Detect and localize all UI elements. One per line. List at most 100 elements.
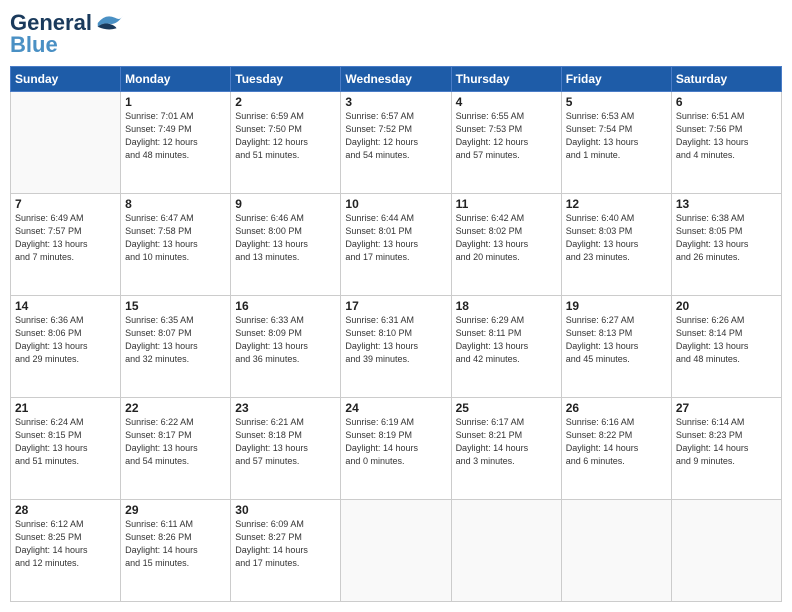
day-number: 8 <box>125 197 226 211</box>
day-info: Sunrise: 6:57 AMSunset: 7:52 PMDaylight:… <box>345 110 446 162</box>
day-info: Sunrise: 6:40 AMSunset: 8:03 PMDaylight:… <box>566 212 667 264</box>
day-number: 19 <box>566 299 667 313</box>
calendar-cell: 12Sunrise: 6:40 AMSunset: 8:03 PMDayligh… <box>561 194 671 296</box>
calendar-cell: 1Sunrise: 7:01 AMSunset: 7:49 PMDaylight… <box>121 92 231 194</box>
calendar-cell: 19Sunrise: 6:27 AMSunset: 8:13 PMDayligh… <box>561 296 671 398</box>
calendar-cell <box>671 500 781 602</box>
weekday-header: Sunday <box>11 67 121 92</box>
day-number: 24 <box>345 401 446 415</box>
day-number: 12 <box>566 197 667 211</box>
day-info: Sunrise: 6:51 AMSunset: 7:56 PMDaylight:… <box>676 110 777 162</box>
calendar-cell: 22Sunrise: 6:22 AMSunset: 8:17 PMDayligh… <box>121 398 231 500</box>
page: General Blue SundayMondayTuesdayWednesda… <box>0 0 792 612</box>
calendar-cell: 11Sunrise: 6:42 AMSunset: 8:02 PMDayligh… <box>451 194 561 296</box>
day-info: Sunrise: 6:29 AMSunset: 8:11 PMDaylight:… <box>456 314 557 366</box>
day-info: Sunrise: 6:44 AMSunset: 8:01 PMDaylight:… <box>345 212 446 264</box>
day-number: 3 <box>345 95 446 109</box>
day-number: 16 <box>235 299 336 313</box>
day-info: Sunrise: 6:21 AMSunset: 8:18 PMDaylight:… <box>235 416 336 468</box>
day-number: 26 <box>566 401 667 415</box>
day-number: 30 <box>235 503 336 517</box>
day-number: 14 <box>15 299 116 313</box>
day-number: 23 <box>235 401 336 415</box>
day-info: Sunrise: 6:35 AMSunset: 8:07 PMDaylight:… <box>125 314 226 366</box>
day-info: Sunrise: 6:24 AMSunset: 8:15 PMDaylight:… <box>15 416 116 468</box>
calendar-cell: 10Sunrise: 6:44 AMSunset: 8:01 PMDayligh… <box>341 194 451 296</box>
calendar-cell: 28Sunrise: 6:12 AMSunset: 8:25 PMDayligh… <box>11 500 121 602</box>
calendar-cell <box>11 92 121 194</box>
day-number: 4 <box>456 95 557 109</box>
calendar-cell: 3Sunrise: 6:57 AMSunset: 7:52 PMDaylight… <box>341 92 451 194</box>
calendar-cell: 8Sunrise: 6:47 AMSunset: 7:58 PMDaylight… <box>121 194 231 296</box>
day-number: 28 <box>15 503 116 517</box>
day-info: Sunrise: 6:33 AMSunset: 8:09 PMDaylight:… <box>235 314 336 366</box>
day-info: Sunrise: 6:19 AMSunset: 8:19 PMDaylight:… <box>345 416 446 468</box>
day-info: Sunrise: 7:01 AMSunset: 7:49 PMDaylight:… <box>125 110 226 162</box>
header: General Blue <box>10 10 782 58</box>
weekday-header: Thursday <box>451 67 561 92</box>
calendar-cell <box>451 500 561 602</box>
calendar-cell: 25Sunrise: 6:17 AMSunset: 8:21 PMDayligh… <box>451 398 561 500</box>
day-info: Sunrise: 6:42 AMSunset: 8:02 PMDaylight:… <box>456 212 557 264</box>
day-number: 17 <box>345 299 446 313</box>
day-number: 20 <box>676 299 777 313</box>
logo-bird-icon <box>94 11 124 35</box>
day-number: 11 <box>456 197 557 211</box>
day-info: Sunrise: 6:26 AMSunset: 8:14 PMDaylight:… <box>676 314 777 366</box>
day-number: 2 <box>235 95 336 109</box>
day-number: 25 <box>456 401 557 415</box>
calendar-cell: 18Sunrise: 6:29 AMSunset: 8:11 PMDayligh… <box>451 296 561 398</box>
day-info: Sunrise: 6:27 AMSunset: 8:13 PMDaylight:… <box>566 314 667 366</box>
calendar-cell: 27Sunrise: 6:14 AMSunset: 8:23 PMDayligh… <box>671 398 781 500</box>
day-number: 27 <box>676 401 777 415</box>
day-info: Sunrise: 6:09 AMSunset: 8:27 PMDaylight:… <box>235 518 336 570</box>
calendar-cell: 6Sunrise: 6:51 AMSunset: 7:56 PMDaylight… <box>671 92 781 194</box>
calendar-cell: 23Sunrise: 6:21 AMSunset: 8:18 PMDayligh… <box>231 398 341 500</box>
calendar-cell: 21Sunrise: 6:24 AMSunset: 8:15 PMDayligh… <box>11 398 121 500</box>
day-info: Sunrise: 6:55 AMSunset: 7:53 PMDaylight:… <box>456 110 557 162</box>
day-number: 5 <box>566 95 667 109</box>
day-number: 22 <box>125 401 226 415</box>
day-info: Sunrise: 6:12 AMSunset: 8:25 PMDaylight:… <box>15 518 116 570</box>
day-info: Sunrise: 6:38 AMSunset: 8:05 PMDaylight:… <box>676 212 777 264</box>
day-number: 10 <box>345 197 446 211</box>
calendar-cell: 29Sunrise: 6:11 AMSunset: 8:26 PMDayligh… <box>121 500 231 602</box>
calendar-cell: 20Sunrise: 6:26 AMSunset: 8:14 PMDayligh… <box>671 296 781 398</box>
calendar-cell: 9Sunrise: 6:46 AMSunset: 8:00 PMDaylight… <box>231 194 341 296</box>
day-info: Sunrise: 6:17 AMSunset: 8:21 PMDaylight:… <box>456 416 557 468</box>
calendar-cell <box>561 500 671 602</box>
calendar-cell: 14Sunrise: 6:36 AMSunset: 8:06 PMDayligh… <box>11 296 121 398</box>
day-info: Sunrise: 6:36 AMSunset: 8:06 PMDaylight:… <box>15 314 116 366</box>
day-number: 7 <box>15 197 116 211</box>
day-info: Sunrise: 6:22 AMSunset: 8:17 PMDaylight:… <box>125 416 226 468</box>
calendar-cell: 16Sunrise: 6:33 AMSunset: 8:09 PMDayligh… <box>231 296 341 398</box>
day-info: Sunrise: 6:16 AMSunset: 8:22 PMDaylight:… <box>566 416 667 468</box>
calendar-table: SundayMondayTuesdayWednesdayThursdayFrid… <box>10 66 782 602</box>
day-info: Sunrise: 6:11 AMSunset: 8:26 PMDaylight:… <box>125 518 226 570</box>
logo: General Blue <box>10 10 124 58</box>
weekday-header: Monday <box>121 67 231 92</box>
day-number: 29 <box>125 503 226 517</box>
calendar-cell: 13Sunrise: 6:38 AMSunset: 8:05 PMDayligh… <box>671 194 781 296</box>
calendar-cell: 17Sunrise: 6:31 AMSunset: 8:10 PMDayligh… <box>341 296 451 398</box>
calendar-cell: 15Sunrise: 6:35 AMSunset: 8:07 PMDayligh… <box>121 296 231 398</box>
day-number: 13 <box>676 197 777 211</box>
day-info: Sunrise: 6:46 AMSunset: 8:00 PMDaylight:… <box>235 212 336 264</box>
calendar-cell: 4Sunrise: 6:55 AMSunset: 7:53 PMDaylight… <box>451 92 561 194</box>
calendar-cell: 26Sunrise: 6:16 AMSunset: 8:22 PMDayligh… <box>561 398 671 500</box>
day-info: Sunrise: 6:59 AMSunset: 7:50 PMDaylight:… <box>235 110 336 162</box>
day-info: Sunrise: 6:31 AMSunset: 8:10 PMDaylight:… <box>345 314 446 366</box>
day-number: 9 <box>235 197 336 211</box>
day-info: Sunrise: 6:49 AMSunset: 7:57 PMDaylight:… <box>15 212 116 264</box>
calendar-cell: 7Sunrise: 6:49 AMSunset: 7:57 PMDaylight… <box>11 194 121 296</box>
day-info: Sunrise: 6:14 AMSunset: 8:23 PMDaylight:… <box>676 416 777 468</box>
calendar-cell <box>341 500 451 602</box>
day-number: 18 <box>456 299 557 313</box>
day-number: 21 <box>15 401 116 415</box>
calendar-cell: 2Sunrise: 6:59 AMSunset: 7:50 PMDaylight… <box>231 92 341 194</box>
weekday-header: Saturday <box>671 67 781 92</box>
day-info: Sunrise: 6:47 AMSunset: 7:58 PMDaylight:… <box>125 212 226 264</box>
weekday-header: Wednesday <box>341 67 451 92</box>
day-info: Sunrise: 6:53 AMSunset: 7:54 PMDaylight:… <box>566 110 667 162</box>
day-number: 15 <box>125 299 226 313</box>
